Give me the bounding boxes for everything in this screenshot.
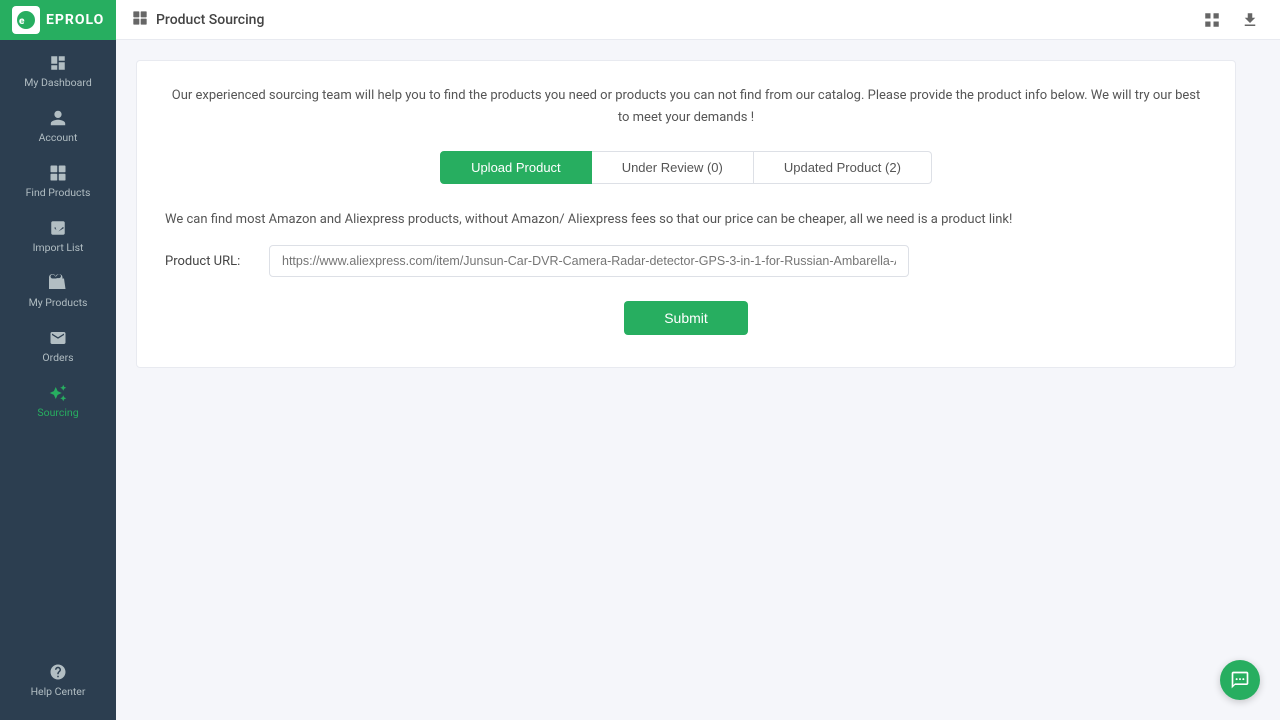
logo[interactable]: e EPROLO bbox=[0, 0, 116, 40]
hint-text: We can find most Amazon and Aliexpress p… bbox=[165, 212, 1207, 227]
sidebar-item-sourcing-label: Sourcing bbox=[37, 406, 78, 419]
sidebar-item-dashboard-label: My Dashboard bbox=[24, 76, 92, 89]
sidebar-item-help[interactable]: Help Center bbox=[6, 653, 110, 708]
account-icon bbox=[49, 109, 67, 127]
sidebar: e EPROLO My Dashboard Account Find Produ… bbox=[0, 0, 116, 720]
sidebar-item-sourcing[interactable]: Sourcing bbox=[0, 374, 116, 429]
find-products-icon bbox=[49, 164, 67, 182]
sidebar-item-account[interactable]: Account bbox=[0, 99, 116, 154]
sidebar-item-import-list-label: Import List bbox=[33, 241, 84, 254]
orders-icon bbox=[49, 329, 67, 347]
export-button[interactable] bbox=[1236, 6, 1264, 34]
sidebar-item-find-products-label: Find Products bbox=[26, 186, 91, 199]
dashboard-icon bbox=[49, 54, 67, 72]
sidebar-item-dashboard[interactable]: My Dashboard bbox=[0, 44, 116, 99]
tab-upload-product[interactable]: Upload Product bbox=[440, 151, 592, 184]
sidebar-item-orders-label: Orders bbox=[42, 351, 73, 364]
import-list-icon bbox=[49, 219, 67, 237]
sourcing-icon bbox=[49, 384, 67, 402]
product-url-input[interactable] bbox=[269, 245, 909, 277]
header-right bbox=[1198, 6, 1264, 34]
help-icon bbox=[49, 663, 67, 681]
tab-under-review[interactable]: Under Review (0) bbox=[592, 151, 754, 184]
logo-icon: e bbox=[12, 6, 40, 34]
chat-button[interactable] bbox=[1220, 660, 1260, 700]
my-products-icon bbox=[49, 274, 67, 292]
grid-icon bbox=[132, 10, 148, 30]
table-view-button[interactable] bbox=[1198, 6, 1226, 34]
logo-text: EPROLO bbox=[46, 12, 104, 28]
sidebar-nav: My Dashboard Account Find Products Impor… bbox=[0, 40, 116, 641]
content-area: Our experienced sourcing team will help … bbox=[116, 40, 1280, 720]
product-url-form-row: Product URL: bbox=[165, 245, 1207, 277]
product-url-label: Product URL: bbox=[165, 254, 255, 269]
sidebar-item-help-label: Help Center bbox=[31, 685, 86, 698]
chat-icon bbox=[1230, 670, 1250, 690]
sidebar-footer: Help Center bbox=[0, 641, 116, 720]
intro-text: Our experienced sourcing team will help … bbox=[165, 85, 1207, 129]
sidebar-item-orders[interactable]: Orders bbox=[0, 319, 116, 374]
tab-row: Upload Product Under Review (0) Updated … bbox=[165, 151, 1207, 184]
sidebar-item-my-products[interactable]: My Products bbox=[0, 264, 116, 319]
tab-updated-product[interactable]: Updated Product (2) bbox=[754, 151, 932, 184]
header-title: Product Sourcing bbox=[156, 12, 264, 28]
sidebar-item-account-label: Account bbox=[39, 131, 78, 144]
header: Product Sourcing bbox=[116, 0, 1280, 40]
submit-button[interactable]: Submit bbox=[624, 301, 748, 335]
svg-text:e: e bbox=[19, 16, 25, 27]
sidebar-item-find-products[interactable]: Find Products bbox=[0, 154, 116, 209]
sourcing-card: Our experienced sourcing team will help … bbox=[136, 60, 1236, 368]
sidebar-item-my-products-label: My Products bbox=[29, 296, 88, 309]
main-area: Product Sourcing Our experienced sourcin… bbox=[116, 0, 1280, 720]
sidebar-item-import-list[interactable]: Import List bbox=[0, 209, 116, 264]
header-left: Product Sourcing bbox=[132, 10, 264, 30]
